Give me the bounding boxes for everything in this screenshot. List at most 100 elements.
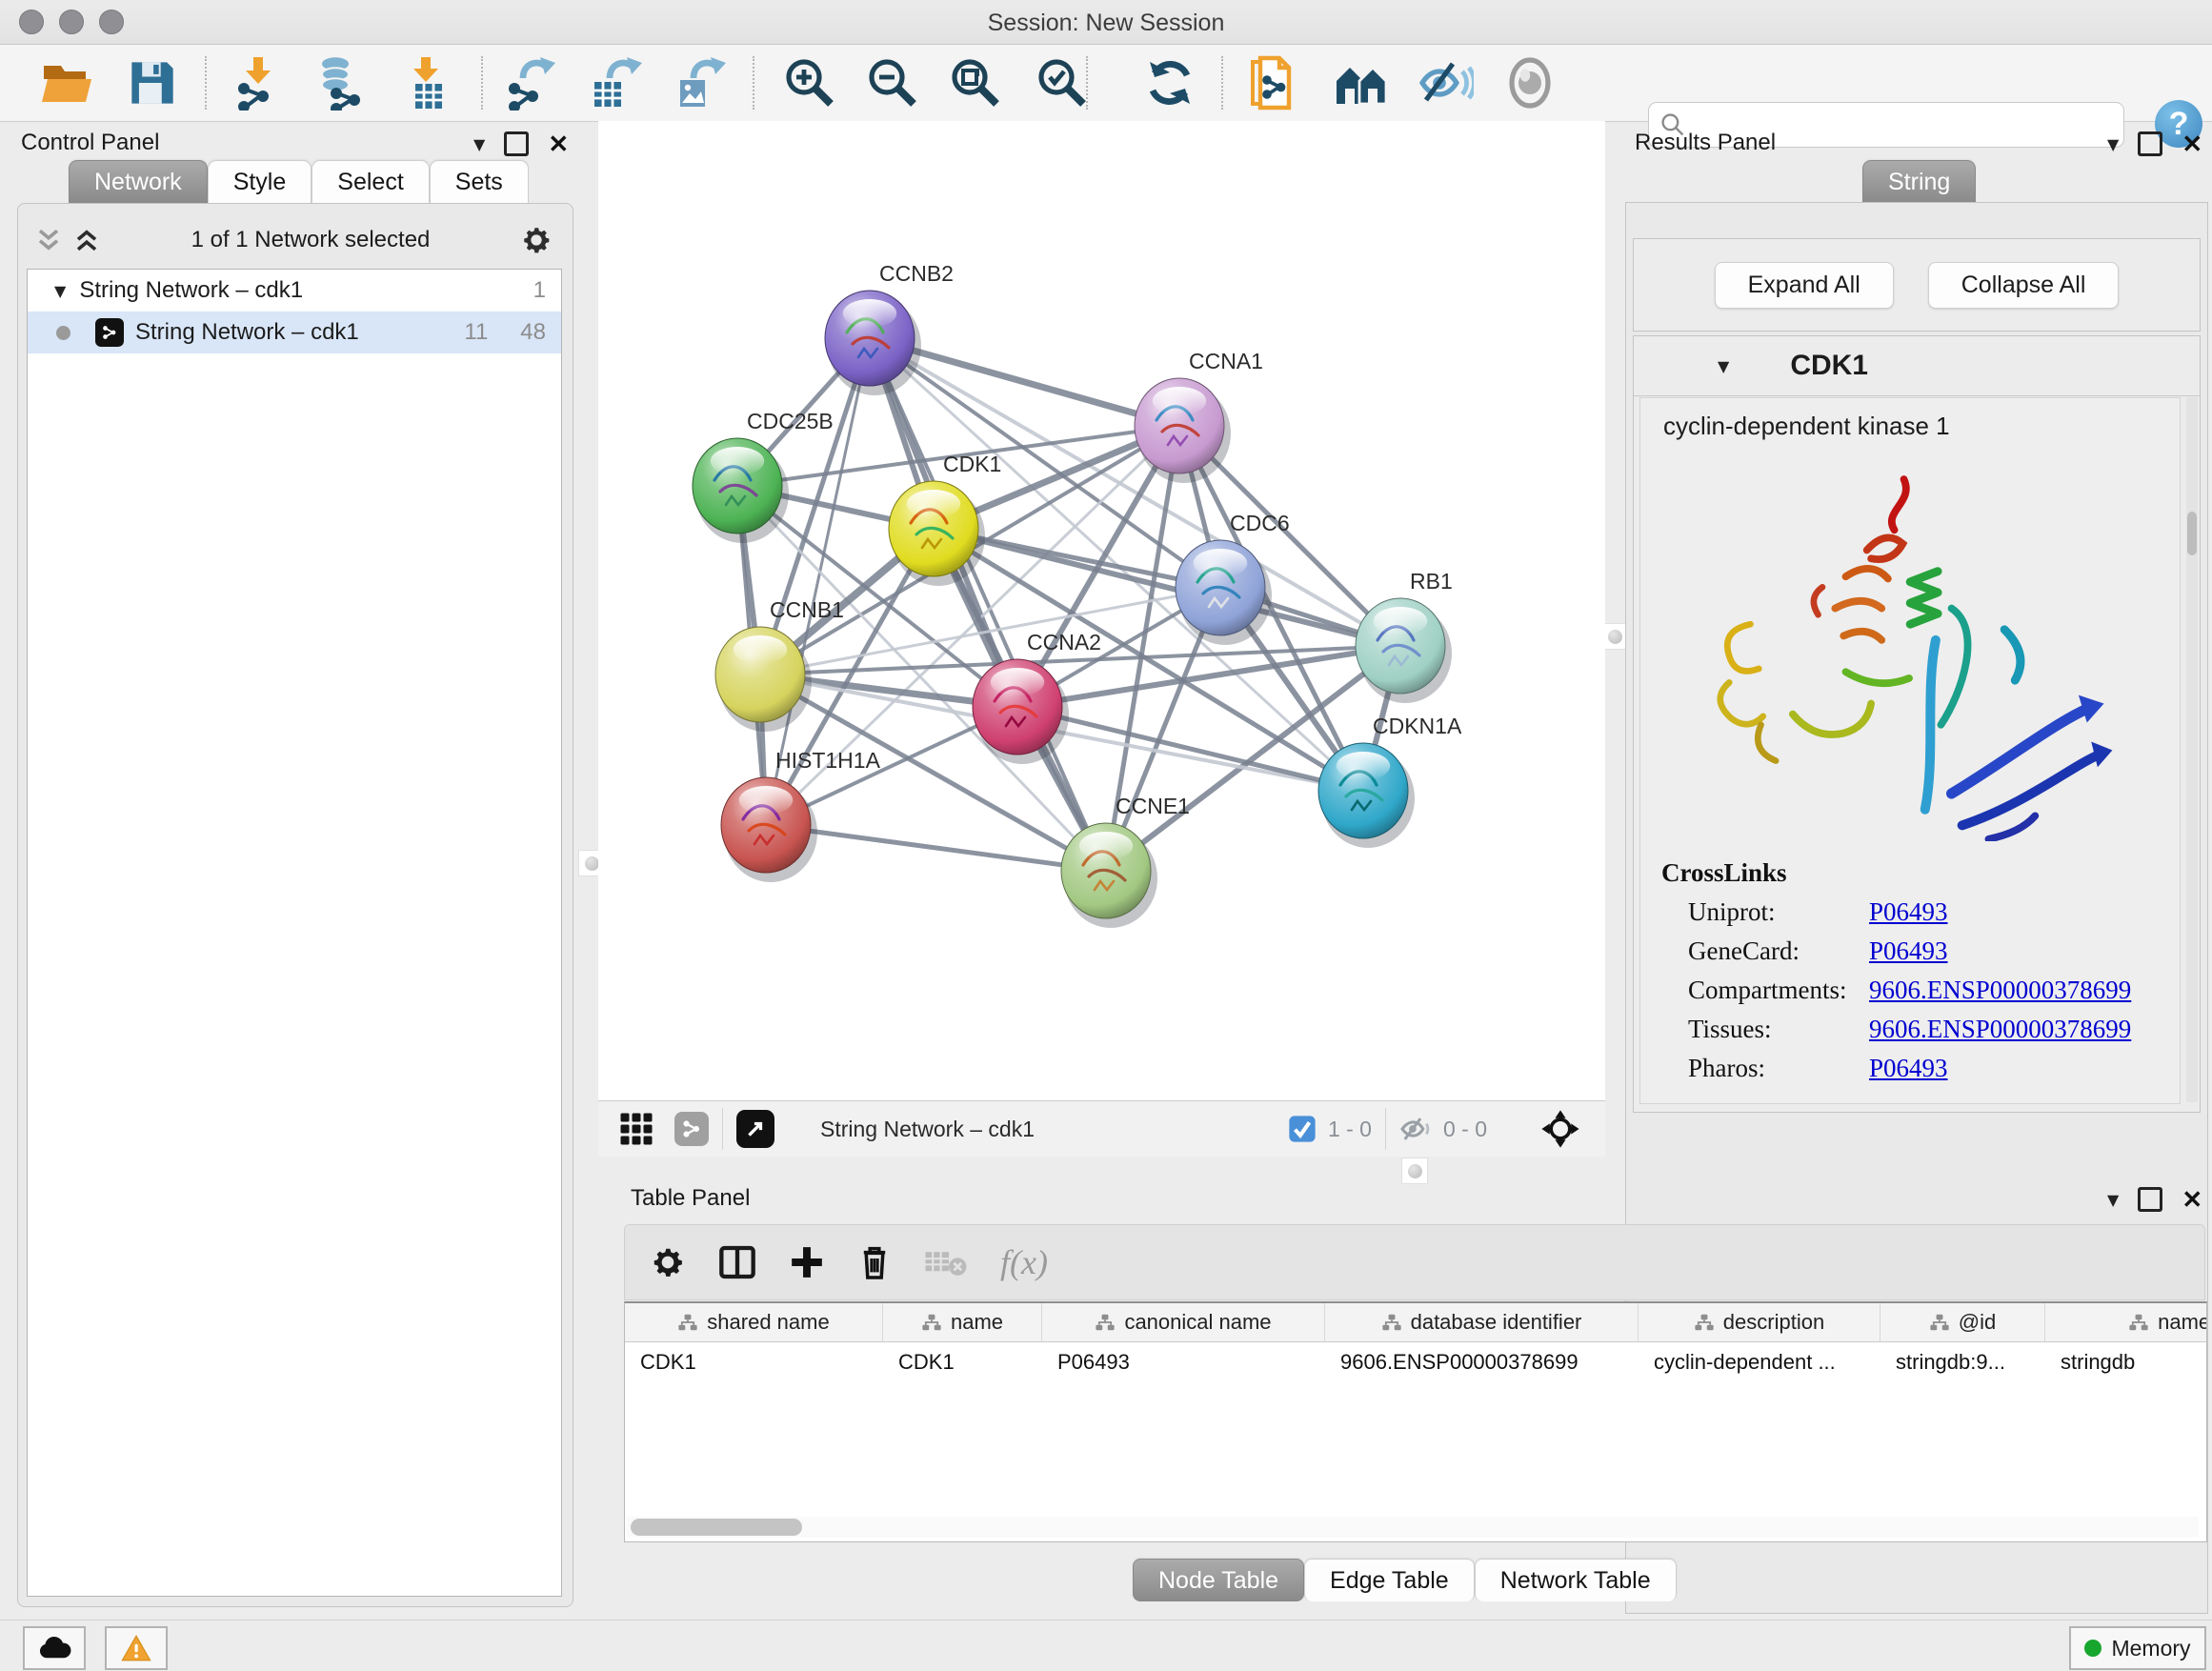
control-panel-menu-button[interactable]: ▼ bbox=[473, 135, 485, 153]
table-panel-close-button[interactable]: ✕ bbox=[2182, 1190, 2202, 1209]
home-button[interactable] bbox=[1331, 54, 1392, 111]
zoom-fit-button[interactable] bbox=[945, 54, 1006, 111]
refresh-icon bbox=[1143, 56, 1196, 110]
tab-select[interactable]: Select bbox=[312, 160, 429, 203]
table-row[interactable]: CDK1CDK1P064939606.ENSP00000378699cyclin… bbox=[625, 1342, 2206, 1382]
results-panel-title: Results Panel bbox=[1635, 130, 1776, 156]
cloud-status-button[interactable] bbox=[23, 1626, 86, 1670]
delete-icon[interactable] bbox=[857, 1243, 892, 1281]
network-graph[interactable]: CCNB2CCNA1CDC25BCDK1CDC6RB1CCNB1CCNA2CDK… bbox=[598, 121, 1605, 1100]
fit-crosshair-icon[interactable] bbox=[1540, 1109, 1580, 1149]
crosslink-link[interactable]: 9606.ENSP00000378699 bbox=[1869, 1015, 2131, 1044]
tab-sets[interactable]: Sets bbox=[430, 160, 529, 203]
zoom-out-button[interactable] bbox=[862, 54, 923, 111]
cdk1-expander-icon[interactable]: ▼ bbox=[1718, 357, 1729, 375]
memory-button[interactable]: Memory bbox=[2069, 1626, 2206, 1670]
results-scrollbar[interactable] bbox=[2186, 397, 2198, 1102]
node-CDKN1A[interactable]: CDKN1A bbox=[1318, 714, 1462, 848]
zoom-in-button[interactable] bbox=[779, 54, 840, 111]
column-header-name[interactable]: name bbox=[883, 1303, 1042, 1341]
crosslink-link[interactable]: P06493 bbox=[1869, 936, 1948, 966]
hide-selected-button[interactable] bbox=[1416, 54, 1477, 111]
tab-network[interactable]: Network bbox=[69, 160, 208, 203]
control-panel-close-button[interactable]: ✕ bbox=[548, 134, 569, 153]
bottom-splitter-handle[interactable] bbox=[1401, 1158, 1428, 1184]
apply-layout-button[interactable] bbox=[1139, 54, 1200, 111]
network-canvas[interactable]: CCNB2CCNA1CDC25BCDK1CDC6RB1CCNB1CCNA2CDK… bbox=[598, 121, 1605, 1100]
table-panel-menu-button[interactable]: ▼ bbox=[2107, 1191, 2119, 1209]
results-panel-float-button[interactable] bbox=[2138, 131, 2162, 156]
zoom-selected-button[interactable] bbox=[1032, 54, 1093, 111]
tab-edge-table[interactable]: Edge Table bbox=[1304, 1559, 1475, 1601]
tab-string[interactable]: String bbox=[1862, 160, 1976, 203]
collapse-all-button[interactable]: Collapse All bbox=[1928, 262, 2120, 309]
column-header--id[interactable]: @id bbox=[1880, 1303, 2045, 1341]
selected-checkbox-icon[interactable] bbox=[1288, 1115, 1317, 1143]
grid-view-icon[interactable] bbox=[619, 1112, 654, 1146]
title-bar: Session: New Session bbox=[0, 0, 2212, 45]
results-panel-menu-button[interactable]: ▼ bbox=[2107, 135, 2119, 153]
columns-icon[interactable] bbox=[718, 1244, 756, 1280]
crosslink-link[interactable]: P06493 bbox=[1869, 897, 1948, 927]
save-icon bbox=[128, 58, 177, 108]
window-title: Session: New Session bbox=[0, 10, 2212, 37]
network-collection-row[interactable]: ▼ String Network – cdk1 1 bbox=[28, 270, 561, 312]
cdk1-section-content: cyclin-dependent kinase 1 bbox=[1639, 397, 2181, 1104]
share-document-button[interactable] bbox=[1244, 54, 1305, 111]
table-cell: stringdb bbox=[2045, 1342, 2207, 1382]
results-panel-close-button[interactable]: ✕ bbox=[2182, 134, 2202, 153]
column-header-namespace[interactable]: namespace bbox=[2045, 1303, 2207, 1341]
table-hscrollbar-thumb[interactable] bbox=[631, 1519, 802, 1536]
collapse-all-icon[interactable] bbox=[34, 228, 63, 252]
node-CCNA1[interactable]: CCNA1 bbox=[1135, 349, 1263, 483]
save-session-button[interactable] bbox=[122, 54, 183, 111]
results-scrollbar-thumb[interactable] bbox=[2187, 512, 2197, 555]
crosslink-label: Tissues: bbox=[1688, 1015, 1869, 1044]
open-session-button[interactable] bbox=[36, 54, 97, 111]
import-table-button[interactable] bbox=[398, 54, 459, 111]
node-label-CDKN1A: CDKN1A bbox=[1373, 714, 1462, 738]
expand-all-button[interactable]: Expand All bbox=[1715, 262, 1894, 309]
network-share-icon[interactable] bbox=[674, 1112, 709, 1146]
crosslink-link[interactable]: P06493 bbox=[1869, 1054, 1948, 1083]
expand-all-icon[interactable] bbox=[72, 228, 101, 252]
edge-CCNB2-CCNE1[interactable] bbox=[870, 338, 1106, 871]
export-table-icon bbox=[587, 55, 642, 111]
add-icon[interactable] bbox=[789, 1244, 825, 1280]
table-panel-float-button[interactable] bbox=[2138, 1187, 2162, 1212]
document-network-icon bbox=[1247, 54, 1302, 111]
right-splitter-handle[interactable] bbox=[1601, 623, 1628, 650]
table-tabs: Node TableEdge TableNetwork Table bbox=[1133, 1559, 1677, 1601]
export-image-button[interactable] bbox=[668, 54, 729, 111]
import-network-file-button[interactable] bbox=[227, 54, 288, 111]
import-network-database-button[interactable] bbox=[310, 54, 371, 111]
birds-eye-view-button[interactable] bbox=[736, 1110, 774, 1148]
column-header-canonical-name[interactable]: canonical name bbox=[1042, 1303, 1325, 1341]
table-hscrollbar[interactable] bbox=[627, 1517, 2199, 1538]
show-hidden-button[interactable] bbox=[1499, 54, 1560, 111]
column-header-shared-name[interactable]: shared name bbox=[625, 1303, 883, 1341]
tab-network-table[interactable]: Network Table bbox=[1475, 1559, 1677, 1601]
crosslink-link[interactable]: 9606.ENSP00000378699 bbox=[1869, 976, 2131, 1005]
network-row-selected[interactable]: String Network – cdk1 11 48 bbox=[28, 312, 561, 353]
gear-icon[interactable] bbox=[520, 224, 553, 256]
table-gear-icon[interactable] bbox=[650, 1244, 686, 1280]
node-HIST1H1A[interactable]: HIST1H1A bbox=[721, 748, 881, 882]
tab-node-table[interactable]: Node Table bbox=[1133, 1559, 1304, 1601]
node-table[interactable]: shared namenamecanonical namedatabase id… bbox=[624, 1301, 2207, 1542]
tab-style[interactable]: Style bbox=[208, 160, 312, 203]
collection-expander-icon[interactable]: ▼ bbox=[54, 282, 66, 300]
column-header-description[interactable]: description bbox=[1639, 1303, 1880, 1341]
control-panel-float-button[interactable] bbox=[504, 131, 529, 156]
node-CDC6[interactable]: CDC6 bbox=[1176, 511, 1290, 645]
export-network-button[interactable] bbox=[501, 54, 562, 111]
column-header-database-identifier[interactable]: database identifier bbox=[1325, 1303, 1639, 1341]
network-selected-status: 1 of 1 Network selected bbox=[101, 227, 520, 253]
warnings-button[interactable] bbox=[105, 1626, 168, 1670]
export-table-button[interactable] bbox=[584, 54, 645, 111]
node-RB1[interactable]: RB1 bbox=[1356, 569, 1453, 703]
crosslink-label: Pharos: bbox=[1688, 1054, 1869, 1083]
hidden-eye-icon[interactable] bbox=[1399, 1115, 1434, 1143]
cdk1-section-header[interactable]: ▼ CDK1 bbox=[1634, 336, 2200, 396]
node-CDK1[interactable]: CDK1 bbox=[889, 452, 1001, 586]
